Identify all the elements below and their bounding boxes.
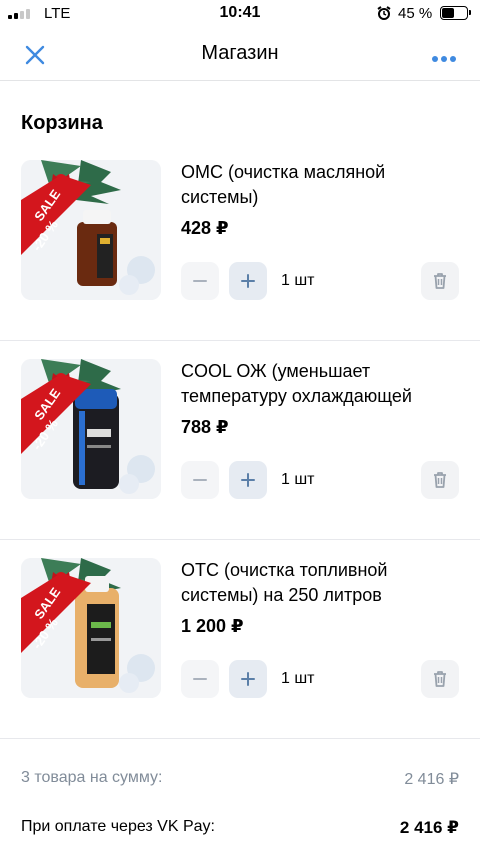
trash-icon <box>434 273 446 289</box>
trash-icon <box>434 671 446 687</box>
cart-item: SALE -20 % COOL ОЖ (уменьшает температур… <box>0 341 480 540</box>
product-image[interactable]: SALE -20 % <box>21 558 161 698</box>
product-price: 788 ₽ <box>181 417 229 437</box>
items-total-value: 2 416 ₽ <box>404 771 459 788</box>
remove-item-button[interactable] <box>421 262 459 300</box>
increase-quantity-button[interactable] <box>229 461 267 499</box>
vk-pay-total-label: При оплате через VK Pay: <box>21 818 215 835</box>
decrease-quantity-button[interactable] <box>181 262 219 300</box>
vk-pay-total-value: 2 416 ₽ <box>399 818 459 837</box>
quantity-label: 1 шт <box>281 471 315 488</box>
items-total-label: 3 товара на сумму: <box>21 769 163 786</box>
product-image[interactable]: SALE -20 % <box>21 160 161 300</box>
plus-icon <box>241 672 255 686</box>
minus-icon <box>193 280 207 282</box>
product-name[interactable]: ОТС (очистка топливной системы) на 250 л… <box>181 558 461 608</box>
product-price: 1 200 ₽ <box>181 616 244 636</box>
cart-item: SALE -20 % ОМС (очистка масляной системы… <box>0 142 480 341</box>
quantity-label: 1 шт <box>281 272 315 289</box>
alarm-icon <box>376 5 392 25</box>
plus-icon <box>241 473 255 487</box>
nav-bar: Магазин <box>0 28 480 81</box>
status-bar: LTE 10:41 45 % <box>0 0 480 28</box>
battery-percent: 45 % <box>398 5 433 22</box>
quantity-label: 1 шт <box>281 670 315 687</box>
product-image[interactable]: SALE -20 % <box>21 359 161 499</box>
cart-item: SALE -20 % ОТС (очистка топливной систем… <box>0 540 480 739</box>
minus-icon <box>193 479 207 481</box>
remove-item-button[interactable] <box>421 461 459 499</box>
product-name[interactable]: ОМС (очистка масляной системы) <box>181 160 461 210</box>
plus-icon <box>241 274 255 288</box>
decrease-quantity-button[interactable] <box>181 461 219 499</box>
product-name[interactable]: COOL ОЖ (уменьшает температуру охлаждающ… <box>181 359 461 409</box>
battery-icon <box>440 6 471 20</box>
minus-icon <box>193 678 207 680</box>
product-price: 428 ₽ <box>181 218 229 238</box>
increase-quantity-button[interactable] <box>229 660 267 698</box>
decrease-quantity-button[interactable] <box>181 660 219 698</box>
cart-title: Корзина <box>21 112 103 134</box>
battery-level <box>442 8 454 18</box>
remove-item-button[interactable] <box>421 660 459 698</box>
more-dots-icon[interactable] <box>432 50 456 62</box>
increase-quantity-button[interactable] <box>229 262 267 300</box>
page-title: Магазин <box>201 42 279 64</box>
summary-divider <box>0 738 480 739</box>
trash-icon <box>434 472 446 488</box>
